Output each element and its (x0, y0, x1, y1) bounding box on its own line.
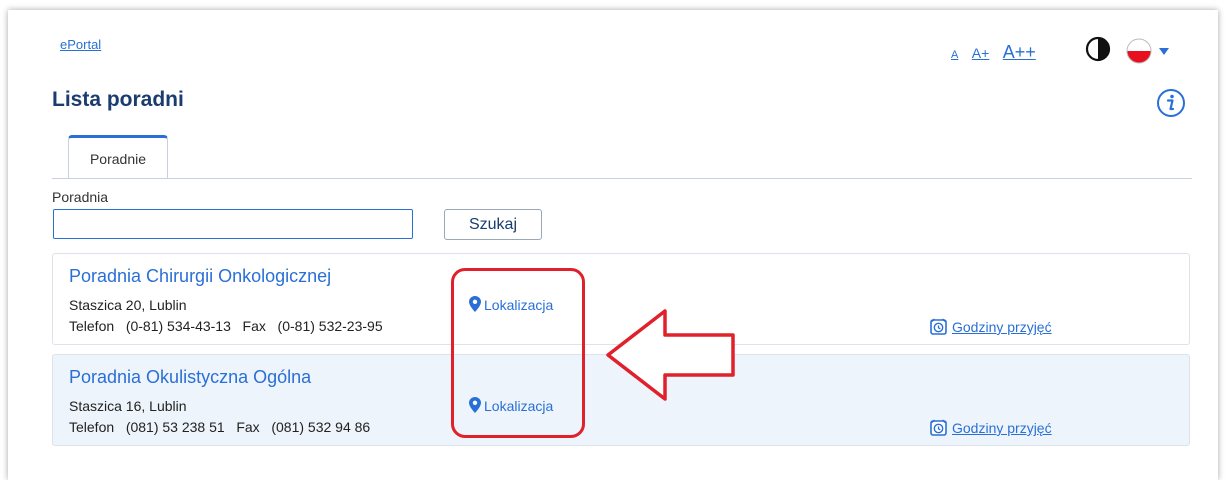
annotation-arrow-icon (606, 309, 735, 401)
clinic-search-label: Poradnia (52, 189, 109, 205)
annotation-highlight-box (451, 268, 585, 438)
font-size-xlarge-link[interactable]: A++ (1003, 42, 1036, 62)
page-title: Lista poradni (52, 88, 184, 111)
opening-hours-link[interactable]: Godziny przyjęć (930, 419, 1052, 436)
opening-hours-label: Godziny przyjęć (952, 420, 1052, 436)
font-size-large-link[interactable]: A+ (972, 45, 990, 61)
alarm-clock-icon (930, 419, 947, 436)
clinic-address: Staszica 16, Lublin (69, 398, 187, 414)
clinic-name-link[interactable]: Poradnia Chirurgii Onkologicznej (69, 266, 331, 287)
font-size-normal-link[interactable]: A (951, 49, 958, 61)
clinic-search-input[interactable] (53, 209, 413, 239)
clinic-contact: Telefon (081) 53 238 51 Fax (081) 532 94… (69, 419, 371, 435)
tab-divider (52, 178, 1192, 179)
alarm-clock-icon (930, 318, 947, 335)
font-size-controls: A A+ A++ (951, 42, 1045, 63)
contrast-icon[interactable] (1085, 36, 1111, 62)
clinic-name-link[interactable]: Poradnia Okulistyczna Ogólna (69, 367, 311, 388)
clinic-contact: Telefon (0-81) 534-43-13 Fax (0-81) 532-… (69, 318, 383, 334)
poland-flag-icon (1126, 38, 1152, 64)
chevron-down-icon (1159, 48, 1169, 55)
search-button[interactable]: Szukaj (444, 209, 542, 240)
language-selector[interactable] (1126, 38, 1174, 64)
info-icon[interactable] (1156, 88, 1186, 118)
opening-hours-label: Godziny przyjęć (952, 319, 1052, 335)
opening-hours-link[interactable]: Godziny przyjęć (930, 318, 1052, 335)
tab-poradnie[interactable]: Poradnie (68, 135, 168, 179)
breadcrumb-eportal[interactable]: ePortal (60, 37, 101, 52)
clinic-address: Staszica 20, Lublin (69, 297, 187, 313)
